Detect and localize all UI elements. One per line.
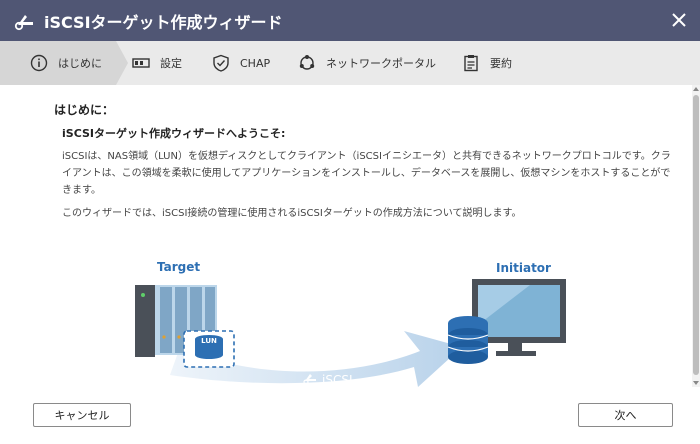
step-settings[interactable]: 設定 — [116, 41, 196, 85]
step-chap[interactable]: CHAP — [196, 41, 282, 85]
step-summary[interactable]: 要約 — [442, 41, 532, 85]
vertical-scrollbar[interactable] — [692, 85, 700, 387]
scroll-up-icon[interactable] — [692, 85, 700, 93]
step-label: はじめに — [58, 57, 102, 70]
iscsi-label: iSCSI — [322, 373, 353, 387]
step-introduction[interactable]: はじめに — [0, 41, 128, 85]
welcome-heading: iSCSIターゲット作成ウィザードへようこそ: — [62, 127, 286, 140]
shield-icon — [213, 54, 229, 72]
step-label: ネットワークポータル — [326, 57, 436, 70]
scrollbar-thumb[interactable] — [693, 95, 699, 375]
scroll-down-icon[interactable] — [692, 379, 700, 387]
clipboard-icon — [464, 55, 478, 72]
database-icon — [447, 316, 489, 364]
step-label: 設定 — [160, 57, 182, 70]
next-button[interactable]: 次へ — [578, 403, 673, 427]
section-heading: はじめに： — [54, 103, 115, 117]
lun-disk-icon: LUN — [183, 330, 235, 368]
cancel-button[interactable]: キャンセル — [33, 403, 131, 427]
window-title: iSCSIターゲット作成ウィザード — [44, 12, 283, 32]
close-icon[interactable] — [670, 11, 688, 29]
settings-icon — [132, 58, 150, 68]
step-label: CHAP — [240, 56, 271, 70]
initiator-label: Initiator — [496, 261, 551, 275]
wizard-explanation: このウィザードでは、iSCSI接続の管理に使用されるiSCSIターゲットの作成方… — [62, 208, 522, 219]
title-bar: iSCSIターゲット作成ウィザード — [0, 0, 700, 41]
wizard-steps: はじめに 設定 CHAP ネットワークポータル 要約 — [0, 41, 700, 85]
target-label: Target — [157, 260, 201, 274]
lun-label: LUN — [201, 337, 217, 345]
footer: キャンセル 次へ — [0, 387, 700, 444]
info-icon — [30, 54, 48, 72]
illustration-graphic: LUN iSCSI — [135, 279, 566, 387]
step-label: 要約 — [490, 57, 512, 70]
iscsi-logo-icon — [14, 14, 33, 30]
description-paragraph: iSCSIは、NAS領域（LUN）を仮想ディスクとしてクライアント（iSCSIイ… — [62, 151, 671, 196]
iscsi-illustration: LUN iSCSI Target Initiator — [0, 235, 692, 387]
content-area: はじめに： iSCSIターゲット作成ウィザードへようこそ: iSCSIは、NAS… — [0, 85, 692, 387]
network-icon — [299, 55, 315, 70]
step-network-portal[interactable]: ネットワークポータル — [282, 41, 442, 85]
